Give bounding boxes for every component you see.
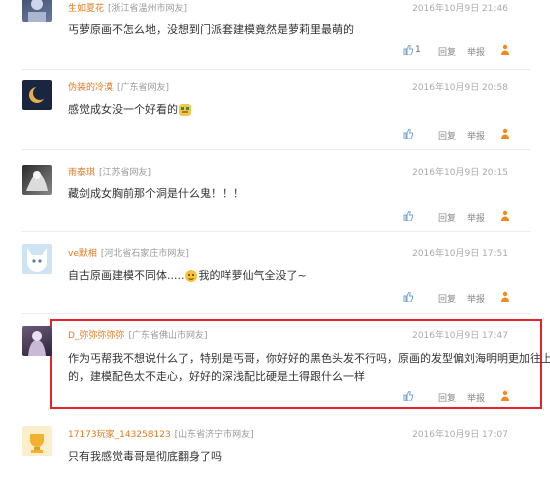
divider [22, 231, 530, 232]
share-icon[interactable] [499, 390, 511, 402]
divider [22, 69, 530, 70]
comment-header: 伪装的冷漠 [广东省网友] [68, 80, 169, 93]
reply-button[interactable]: 回复 [438, 45, 456, 58]
avatar[interactable] [22, 244, 52, 274]
divider [22, 149, 530, 150]
username[interactable]: 生如夏花 [68, 4, 104, 14]
share-icon[interactable] [499, 291, 511, 303]
username[interactable]: 17173玩家_143258123 [68, 430, 171, 440]
doge-emoji-icon [179, 104, 191, 116]
avatar[interactable] [22, 0, 52, 22]
reply-button[interactable]: 回复 [438, 129, 456, 142]
report-button[interactable]: 举报 [467, 129, 485, 142]
like-button[interactable] [403, 292, 413, 303]
comment-text-line1: 作为丐帮我不想说什么了，特别是丐哥，你好好的黑色头发不行吗，原画的发型偏刘海明明… [68, 352, 550, 365]
comment-text: 感觉成女没一个好看的 [68, 101, 192, 118]
like-button[interactable] [403, 129, 413, 140]
user-location: [浙江省温州市网友] [108, 4, 188, 14]
comment-text: 自古原画建模不同体..... 我的咩萝仙气全没了~ [68, 267, 307, 284]
report-button[interactable]: 举报 [467, 211, 485, 224]
thumbs-up-icon [403, 391, 413, 401]
share-icon[interactable] [499, 128, 511, 140]
comment-text: 藏剑成女胸前那个洞是什么鬼！！！ [68, 187, 244, 200]
report-button[interactable]: 举报 [467, 45, 485, 58]
username[interactable]: ve默相 [68, 249, 97, 259]
like-button[interactable] [403, 391, 413, 402]
reply-button[interactable]: 回复 [438, 211, 456, 224]
report-button[interactable]: 举报 [467, 292, 485, 305]
username[interactable]: 雨泰琪 [68, 168, 95, 178]
comment-text: 只有我感觉毒哥是彻底翻身了吗 [68, 450, 222, 463]
comment-header: 雨泰琪 [江苏省网友] [68, 165, 151, 178]
comment-time: 2016年10月9日 17:47 [412, 331, 508, 341]
comment-header: ve默相 [河北省石家庄市网友] [68, 246, 189, 259]
thumbs-up-icon [403, 45, 413, 55]
user-location: [山东省济宁市网友] [174, 430, 254, 440]
comment-text: 丐萝原画不怎么地，没想到门派套建模竟然是萝莉里最萌的 [68, 23, 354, 36]
user-location: [广东省佛山市网友] [128, 331, 208, 341]
user-location: [广东省网友] [117, 83, 170, 93]
comment-header: 17173玩家_143258123 [山东省济宁市网友] [68, 427, 254, 440]
reply-button[interactable]: 回复 [438, 391, 456, 404]
username[interactable]: 伪装的冷漠 [68, 83, 113, 93]
comment-text-before: 自古原画建模不同体..... [68, 269, 185, 282]
avatar[interactable] [22, 426, 52, 456]
username[interactable]: D_弥弥弥弥弥 [68, 331, 124, 341]
divider [22, 313, 530, 314]
user-location: [河北省石家庄市网友] [100, 249, 189, 259]
reply-button[interactable]: 回复 [438, 292, 456, 305]
avatar[interactable] [22, 165, 52, 195]
comment-time: 2016年10月9日 21:46 [412, 4, 508, 14]
comment-time: 2016年10月9日 17:51 [412, 249, 508, 259]
thumbs-up-icon [403, 211, 413, 221]
share-icon[interactable] [499, 44, 511, 56]
like-button[interactable] [403, 211, 413, 222]
avatar[interactable] [22, 80, 52, 110]
comment-text-after: 我的咩萝仙气全没了~ [198, 269, 307, 282]
comment-time: 2016年10月9日 20:58 [412, 83, 508, 93]
comment-header: D_弥弥弥弥弥 [广东省佛山市网友] [68, 328, 207, 341]
face-emoji-icon [185, 270, 198, 282]
user-location: [江苏省网友] [99, 168, 152, 178]
report-button[interactable]: 举报 [467, 391, 485, 404]
avatar[interactable] [22, 326, 52, 356]
comment-text-line2: 的，建模配色太不走心，好好的深浅配比硬是土得跟什么一样 [68, 370, 365, 383]
like-button[interactable]: 1 [403, 45, 421, 56]
like-count: 1 [415, 45, 421, 55]
thumbs-up-icon [403, 292, 413, 302]
thumbs-up-icon [403, 129, 413, 139]
comment-text-content: 感觉成女没一个好看的 [68, 103, 178, 116]
comment-header: 生如夏花 [浙江省温州市网友] [68, 1, 187, 14]
share-icon[interactable] [499, 210, 511, 222]
comment-time: 2016年10月9日 20:15 [412, 168, 508, 178]
comment-time: 2016年10月9日 17:07 [412, 430, 508, 440]
